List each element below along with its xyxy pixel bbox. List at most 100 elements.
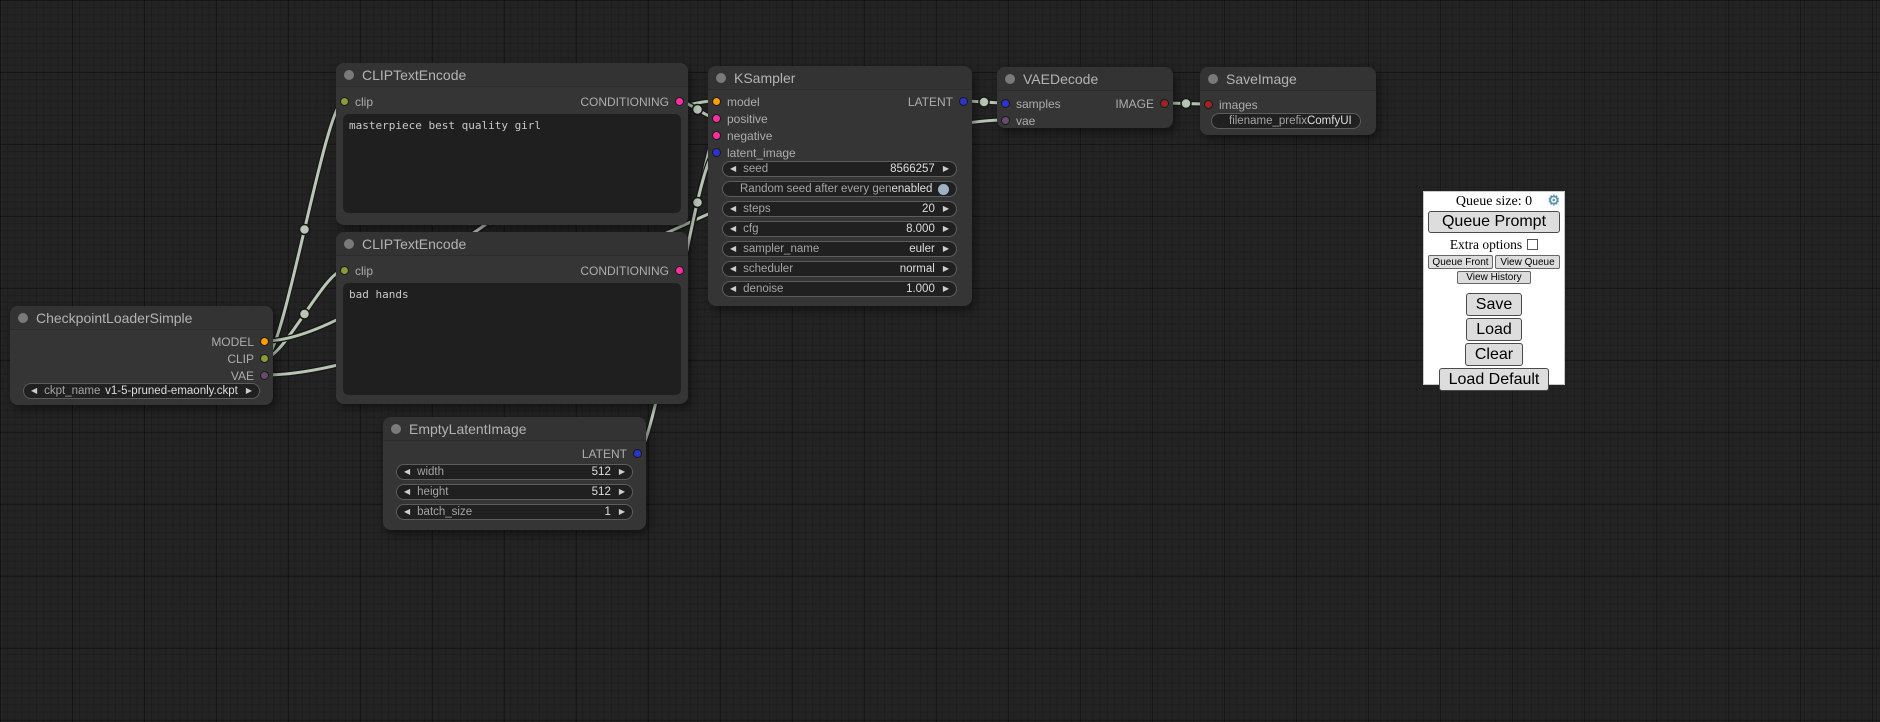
node-titlebar[interactable]: SaveImage bbox=[1200, 67, 1376, 91]
decrement-arrow-icon[interactable]: ◀ bbox=[404, 508, 410, 516]
height-widget[interactable]: ◀ height 512 ▶ bbox=[396, 484, 633, 500]
decrement-arrow-icon[interactable]: ◀ bbox=[730, 205, 736, 213]
denoise-widget[interactable]: ◀ denoise 1.000 ▶ bbox=[722, 281, 957, 297]
clip-output-dot[interactable] bbox=[260, 354, 269, 363]
collapse-dot-icon[interactable] bbox=[344, 70, 354, 80]
latent-image-input-dot[interactable] bbox=[712, 148, 721, 157]
collapse-dot-icon[interactable] bbox=[344, 239, 354, 249]
decrement-arrow-icon[interactable]: ◀ bbox=[31, 387, 37, 395]
node-title: SaveImage bbox=[1226, 71, 1297, 87]
queue-front-button[interactable]: Queue Front bbox=[1428, 255, 1493, 269]
vae-output-dot[interactable] bbox=[260, 371, 269, 380]
input-slot-images: images bbox=[1204, 98, 1258, 111]
collapse-dot-icon[interactable] bbox=[1005, 74, 1015, 84]
latent-output-dot[interactable] bbox=[633, 449, 642, 458]
batch-size-widget[interactable]: ◀ batch_size 1 ▶ bbox=[396, 504, 633, 520]
node-titlebar[interactable]: CLIPTextEncode bbox=[336, 63, 688, 87]
output-slot-vae: VAE bbox=[231, 369, 269, 382]
queue-size-label: Queue size: 0 bbox=[1456, 194, 1532, 209]
save-button[interactable]: Save bbox=[1466, 293, 1522, 316]
negative-prompt-textarea[interactable]: bad hands bbox=[343, 283, 681, 395]
positive-prompt-textarea[interactable]: masterpiece best quality girl bbox=[343, 114, 681, 213]
input-slot-samples: samples bbox=[1001, 97, 1061, 110]
increment-arrow-icon[interactable]: ▶ bbox=[943, 165, 949, 173]
view-queue-button[interactable]: View Queue bbox=[1495, 255, 1560, 269]
node-empty-latent-image[interactable]: EmptyLatentImage LATENT ◀ width 512 ▶ ◀ … bbox=[383, 417, 646, 530]
increment-arrow-icon[interactable]: ▶ bbox=[619, 488, 625, 496]
node-titlebar[interactable]: CheckpointLoaderSimple bbox=[10, 306, 273, 330]
clear-button[interactable]: Clear bbox=[1465, 343, 1523, 366]
increment-arrow-icon[interactable]: ▶ bbox=[619, 468, 625, 476]
steps-widget[interactable]: ◀ steps 20 ▶ bbox=[722, 201, 957, 217]
model-output-dot[interactable] bbox=[260, 337, 269, 346]
model-input-dot[interactable] bbox=[712, 97, 721, 106]
decrement-arrow-icon[interactable]: ◀ bbox=[730, 225, 736, 233]
input-slot-latent-image: latent_image bbox=[712, 146, 796, 159]
increment-arrow-icon[interactable]: ▶ bbox=[246, 387, 252, 395]
node-vae-decode[interactable]: VAEDecode samples vae IMAGE bbox=[997, 67, 1173, 128]
toggle-on-icon[interactable] bbox=[938, 184, 949, 195]
queue-menu-panel: Queue size: 0 ⚙ Queue Prompt Extra optio… bbox=[1423, 191, 1565, 385]
latent-output-dot[interactable] bbox=[959, 97, 968, 106]
increment-arrow-icon[interactable]: ▶ bbox=[943, 265, 949, 273]
cfg-widget[interactable]: ◀ cfg 8.000 ▶ bbox=[722, 221, 957, 237]
node-titlebar[interactable]: EmptyLatentImage bbox=[383, 417, 646, 441]
node-titlebar[interactable]: CLIPTextEncode bbox=[336, 232, 688, 256]
ckpt-name-widget[interactable]: ◀ ckpt_name v1-5-pruned-emaonly.ckpt ▶ bbox=[23, 383, 260, 399]
view-history-button[interactable]: View History bbox=[1457, 271, 1531, 284]
increment-arrow-icon[interactable]: ▶ bbox=[943, 245, 949, 253]
conditioning-output-dot[interactable] bbox=[675, 97, 684, 106]
node-title: VAEDecode bbox=[1023, 71, 1098, 87]
queue-prompt-button[interactable]: Queue Prompt bbox=[1428, 211, 1560, 233]
node-title: CheckpointLoaderSimple bbox=[36, 310, 192, 326]
collapse-dot-icon[interactable] bbox=[391, 424, 401, 434]
extra-options-label: Extra options bbox=[1450, 237, 1522, 252]
node-title: CLIPTextEncode bbox=[362, 67, 466, 83]
decrement-arrow-icon[interactable]: ◀ bbox=[730, 165, 736, 173]
decrement-arrow-icon[interactable]: ◀ bbox=[730, 265, 736, 273]
output-slot-conditioning: CONDITIONING bbox=[580, 95, 684, 108]
decrement-arrow-icon[interactable]: ◀ bbox=[404, 468, 410, 476]
decrement-arrow-icon[interactable]: ◀ bbox=[730, 245, 736, 253]
increment-arrow-icon[interactable]: ▶ bbox=[943, 285, 949, 293]
load-default-button[interactable]: Load Default bbox=[1439, 368, 1550, 391]
clip-input-dot[interactable] bbox=[340, 266, 349, 275]
conditioning-output-dot[interactable] bbox=[675, 266, 684, 275]
vae-input-dot[interactable] bbox=[1001, 116, 1010, 125]
clip-input-dot[interactable] bbox=[340, 97, 349, 106]
decrement-arrow-icon[interactable]: ◀ bbox=[404, 488, 410, 496]
decrement-arrow-icon[interactable]: ◀ bbox=[730, 285, 736, 293]
scheduler-widget[interactable]: ◀ scheduler normal ▶ bbox=[722, 261, 957, 277]
positive-input-dot[interactable] bbox=[712, 114, 721, 123]
increment-arrow-icon[interactable]: ▶ bbox=[943, 205, 949, 213]
image-output-dot[interactable] bbox=[1160, 99, 1169, 108]
seed-widget[interactable]: ◀ seed 8566257 ▶ bbox=[722, 161, 957, 177]
input-slot-vae: vae bbox=[1001, 114, 1035, 127]
collapse-dot-icon[interactable] bbox=[716, 73, 726, 83]
random-seed-toggle-widget[interactable]: Random seed after every gen enabled bbox=[722, 181, 957, 197]
node-titlebar[interactable]: VAEDecode bbox=[997, 67, 1173, 91]
node-titlebar[interactable]: KSampler bbox=[708, 66, 972, 90]
node-ksampler[interactable]: KSampler model positive negative latent_… bbox=[708, 66, 972, 306]
samples-input-dot[interactable] bbox=[1001, 99, 1010, 108]
sampler-name-widget[interactable]: ◀ sampler_name euler ▶ bbox=[722, 241, 957, 257]
node-clip-text-encode-positive[interactable]: CLIPTextEncode clip CONDITIONING masterp… bbox=[336, 63, 688, 225]
input-slot-clip: clip bbox=[340, 95, 373, 108]
output-slot-conditioning: CONDITIONING bbox=[580, 264, 684, 277]
negative-input-dot[interactable] bbox=[712, 131, 721, 140]
width-widget[interactable]: ◀ width 512 ▶ bbox=[396, 464, 633, 480]
node-save-image[interactable]: SaveImage images filename_prefix ComfyUI bbox=[1200, 67, 1376, 135]
extra-options-checkbox[interactable] bbox=[1527, 239, 1538, 250]
settings-gear-icon[interactable]: ⚙ bbox=[1547, 194, 1560, 209]
images-input-dot[interactable] bbox=[1204, 100, 1213, 109]
load-button[interactable]: Load bbox=[1466, 318, 1522, 341]
increment-arrow-icon[interactable]: ▶ bbox=[943, 225, 949, 233]
node-checkpoint-loader-simple[interactable]: CheckpointLoaderSimple MODEL CLIP VAE ◀ … bbox=[10, 306, 273, 405]
node-clip-text-encode-negative[interactable]: CLIPTextEncode clip CONDITIONING bad han… bbox=[336, 232, 688, 404]
input-slot-clip: clip bbox=[340, 264, 373, 277]
filename-prefix-widget[interactable]: filename_prefix ComfyUI bbox=[1211, 113, 1361, 129]
collapse-dot-icon[interactable] bbox=[1208, 74, 1218, 84]
collapse-dot-icon[interactable] bbox=[18, 313, 28, 323]
increment-arrow-icon[interactable]: ▶ bbox=[619, 508, 625, 516]
node-title: EmptyLatentImage bbox=[409, 421, 527, 437]
